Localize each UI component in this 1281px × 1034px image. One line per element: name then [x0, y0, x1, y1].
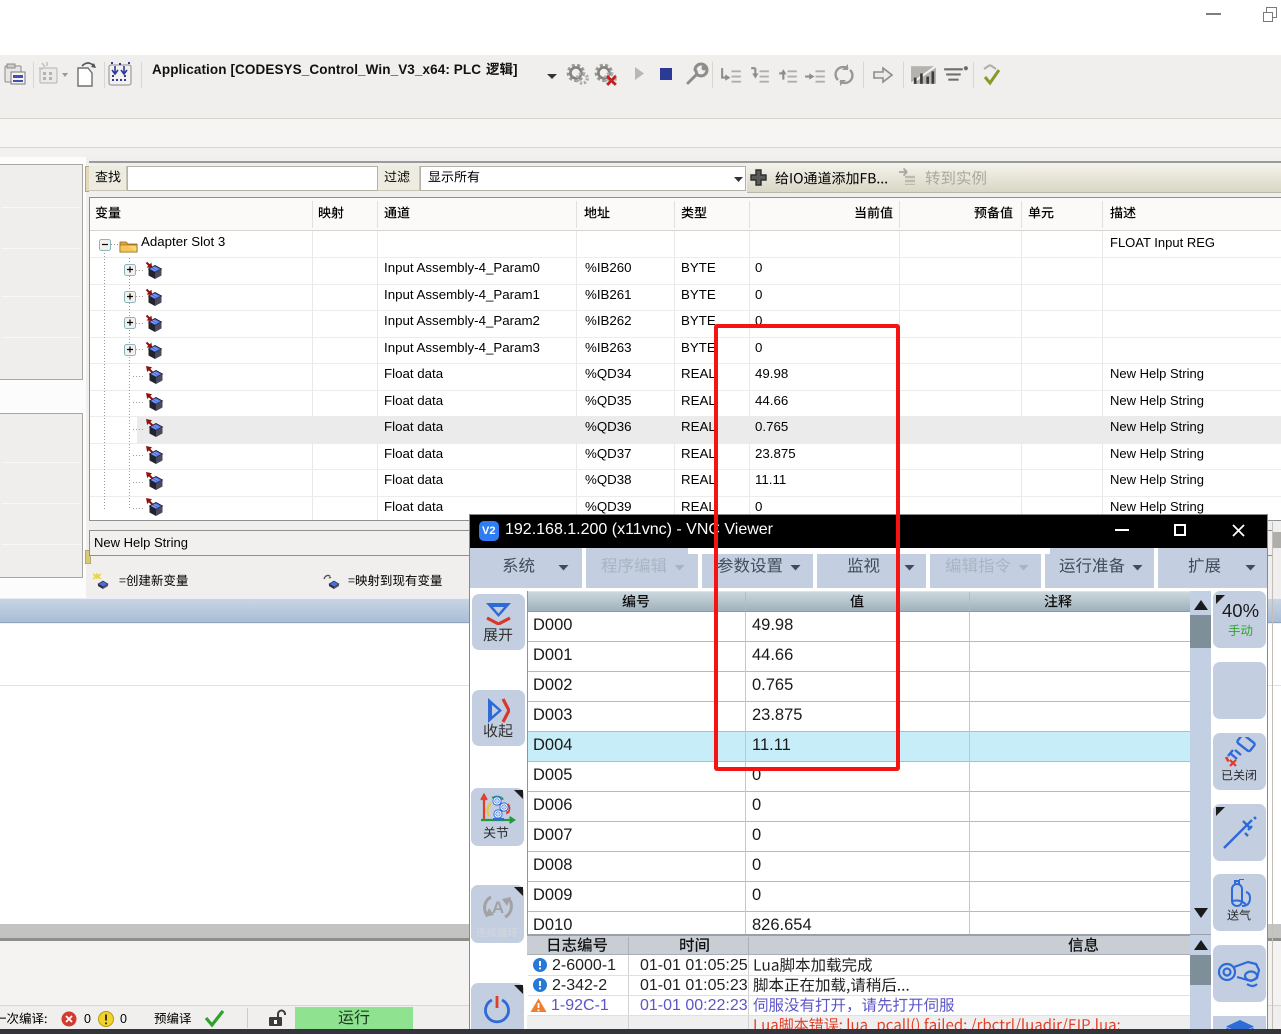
- svg-text:A: A: [492, 898, 504, 917]
